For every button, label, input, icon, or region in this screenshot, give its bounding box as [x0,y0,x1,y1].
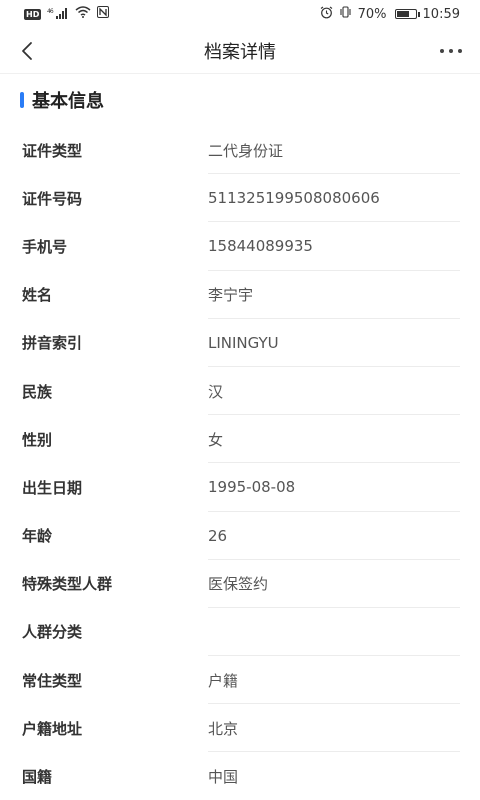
section-title: 基本信息 [32,91,104,112]
more-dot [458,48,462,53]
field-label: 姓名 [22,286,53,305]
info-row: 证件号码 511325199508080606 [0,174,480,223]
vibrate-icon [339,6,352,22]
field-label: 国籍 [22,768,53,787]
more-horizontal-icon[interactable] [440,43,462,59]
info-row: 姓名 李宁宇 [0,271,480,319]
field-label: 人群分类 [22,623,83,642]
status-left: HD 46 [24,6,110,22]
info-row: 性别 女 [0,415,480,464]
info-row: 年龄 26 [0,512,480,560]
info-row: 特殊类型人群 医保签约 [0,560,480,609]
more-dot [449,48,453,53]
field-label: 常住类型 [22,671,83,690]
info-row: 手机号 15844089935 [0,222,480,271]
cellular-signal-icon: 46 [47,7,69,22]
info-row: 人群分类 [0,608,480,657]
hd-badge: HD [24,8,42,20]
info-row: 证件类型 二代身份证 [0,126,480,175]
info-list: 证件类型 二代身份证证件号码 511325199508080606 手机号 158440… [0,126,480,800]
field-value: 中国 [208,768,239,787]
info-row: 民族 汉 [0,367,480,416]
field-label: 拼音索引 [22,334,83,353]
network-type: 46 [47,8,54,15]
wifi-icon [75,6,91,22]
nav-bar: 档案详情 [0,28,480,74]
section-accent-bar [20,92,24,108]
page-title: 档案详情 [204,41,276,63]
nfc-icon [97,6,110,22]
info-row: 拼音索引 LININGYU [0,319,480,368]
field-value: 26 [208,526,228,545]
field-label: 民族 [22,382,53,401]
field-label: 特殊类型人群 [22,575,113,594]
field-label: 证件类型 [22,141,83,160]
section-header: 基本信息 [0,74,480,126]
info-row: 常住类型 户籍 [0,656,480,705]
field-value: 女 [208,430,224,449]
info-row: 出生日期 1995-08-08 [0,463,480,512]
status-right: 70% 10:59 [320,6,460,23]
alarm-icon [320,6,333,23]
field-label: 性别 [22,430,53,449]
battery-icon [394,9,420,19]
field-value: 北京 [208,719,239,738]
info-row: 户籍地址 北京 [0,704,480,753]
status-bar: HD 46 70% 10:59 [0,0,480,28]
field-value: LININGYU [208,333,279,352]
field-value: 511325199508080606 [208,189,380,208]
chevron-left-icon[interactable] [20,39,44,63]
field-label: 年龄 [22,527,53,546]
field-label: 户籍地址 [22,719,83,738]
field-value: 二代身份证 [208,141,284,160]
info-row: 国籍 中国 [0,752,480,800]
field-label: 证件号码 [22,189,83,208]
field-label: 出生日期 [22,478,83,497]
field-value: 户籍 [208,671,239,690]
field-value: 汉 [208,382,224,401]
battery-level [396,11,410,17]
field-value: 李宁宇 [208,286,254,305]
field-value: 医保签约 [208,575,269,594]
field-label: 手机号 [22,237,68,256]
battery-percent: 70% [357,6,387,22]
field-value: 15844089935 [208,237,313,256]
field-value: 1995-08-08 [208,478,296,497]
clock: 10:59 [422,6,460,22]
more-dot [440,48,444,53]
